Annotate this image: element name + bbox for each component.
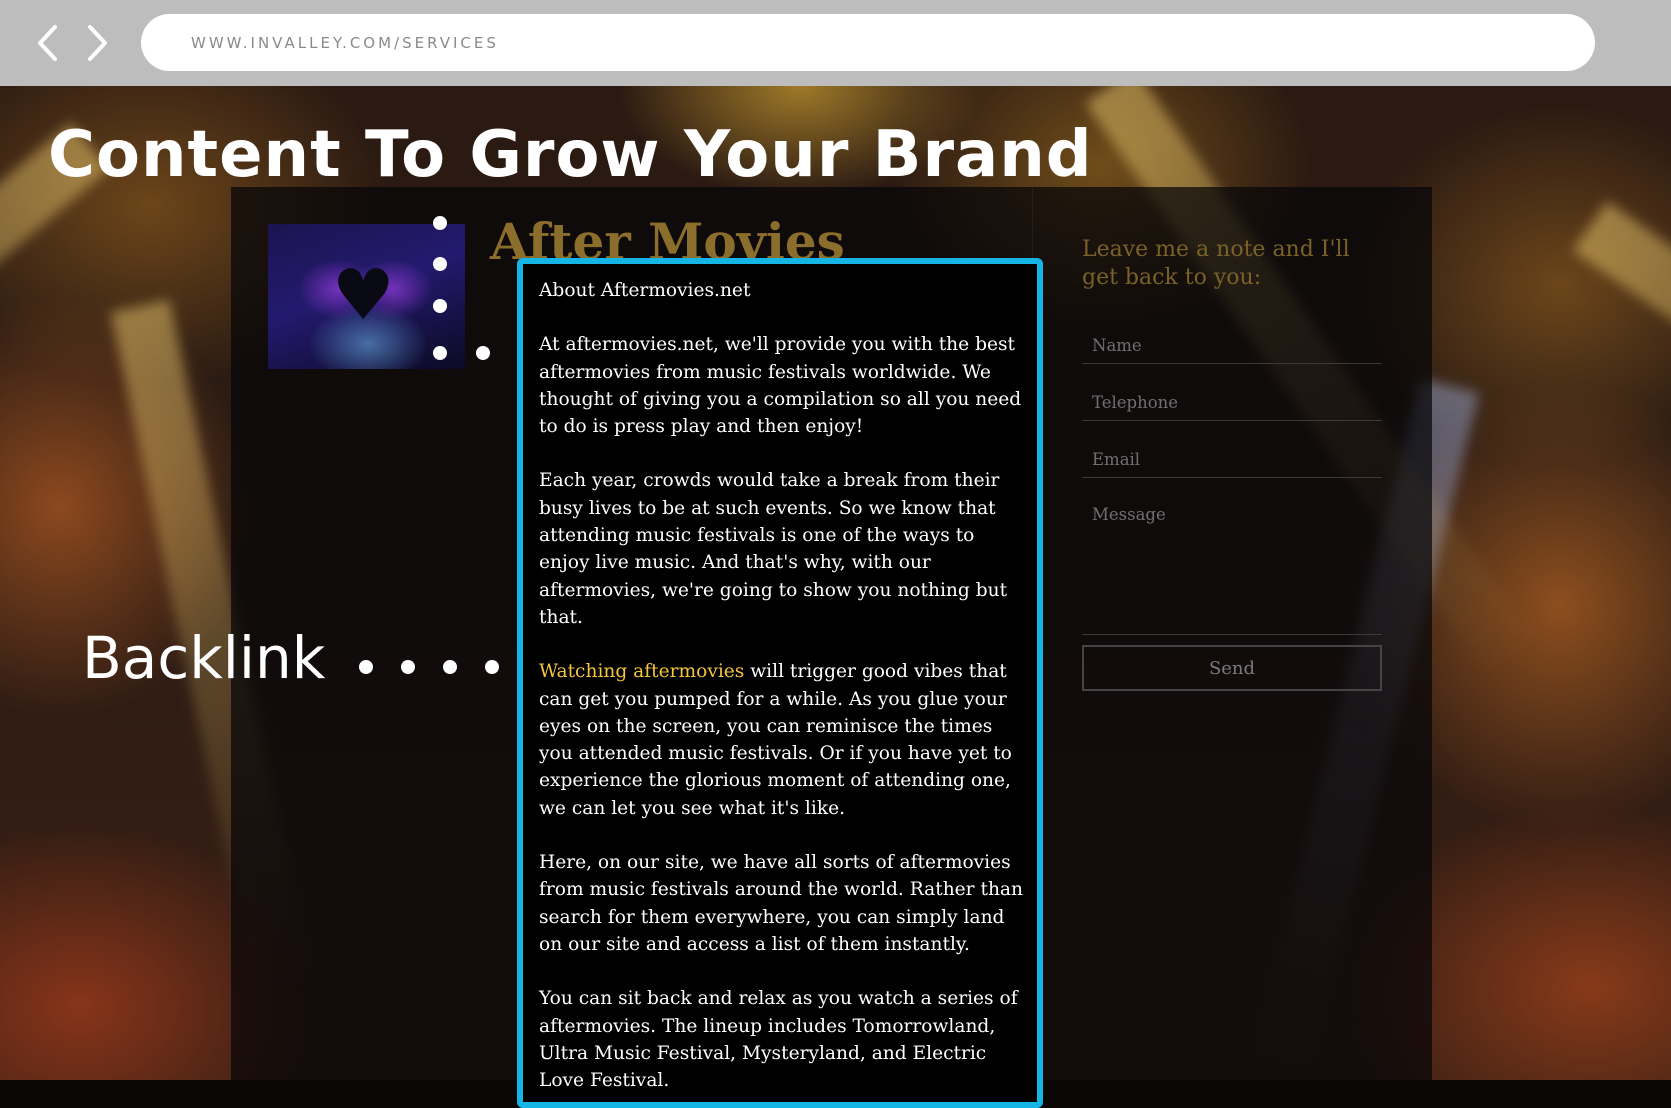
- browser-toolbar: WWW.INVALLEY.COM/SERVICES: [0, 0, 1671, 86]
- heart-hands-icon: ♥: [332, 254, 395, 336]
- article-paragraph: Here, on our site, we have all sorts of …: [539, 852, 1023, 955]
- message-placeholder: Message: [1092, 505, 1166, 524]
- chevron-left-icon: [38, 25, 57, 61]
- article-paragraph: You can sit back and relax as you watch …: [539, 988, 1018, 1092]
- callout-dot: [359, 660, 373, 674]
- article-heading: About Aftermovies.net: [539, 280, 751, 301]
- email-placeholder: Email: [1092, 450, 1141, 469]
- connector-dot: [476, 346, 490, 360]
- telephone-field[interactable]: Telephone: [1082, 381, 1382, 421]
- back-button[interactable]: [33, 22, 63, 64]
- connector-dot: [433, 216, 447, 230]
- name-field[interactable]: Name: [1082, 324, 1382, 364]
- article-highlight: About Aftermovies.net At aftermovies.net…: [517, 258, 1043, 1108]
- contact-heading: Leave me a note and I'll get back to you…: [1082, 237, 1350, 290]
- message-field[interactable]: Message: [1082, 505, 1382, 635]
- page-title: Content To Grow Your Brand: [48, 118, 1093, 192]
- telephone-placeholder: Telephone: [1092, 393, 1179, 412]
- connector-dot: [433, 346, 447, 360]
- backlink-callout-label: Backlink: [82, 624, 326, 692]
- light-beam: [1572, 201, 1671, 653]
- send-button[interactable]: Send: [1082, 645, 1382, 691]
- url-text: WWW.INVALLEY.COM/SERVICES: [191, 33, 499, 52]
- article-paragraph: At aftermovies.net, we'll provide you wi…: [539, 334, 1022, 438]
- name-placeholder: Name: [1092, 336, 1142, 355]
- connector-dot: [433, 257, 447, 271]
- forward-button[interactable]: [82, 22, 112, 64]
- callout-dot: [443, 660, 457, 674]
- article-paragraph: Each year, crowds would take a break fro…: [539, 470, 1008, 628]
- article-paragraph: Watching aftermovies will trigger good v…: [539, 658, 1023, 822]
- article-paragraph-text: will trigger good vibes that can get you…: [539, 661, 1012, 819]
- chevron-right-icon: [88, 25, 107, 61]
- email-field[interactable]: Email: [1082, 438, 1382, 478]
- address-bar[interactable]: WWW.INVALLEY.COM/SERVICES: [141, 14, 1595, 71]
- callout-dot: [401, 660, 415, 674]
- light-beam: [0, 123, 110, 619]
- callout-dot: [485, 660, 499, 674]
- connector-dot: [433, 299, 447, 313]
- backlink-anchor[interactable]: Watching aftermovies: [539, 661, 744, 682]
